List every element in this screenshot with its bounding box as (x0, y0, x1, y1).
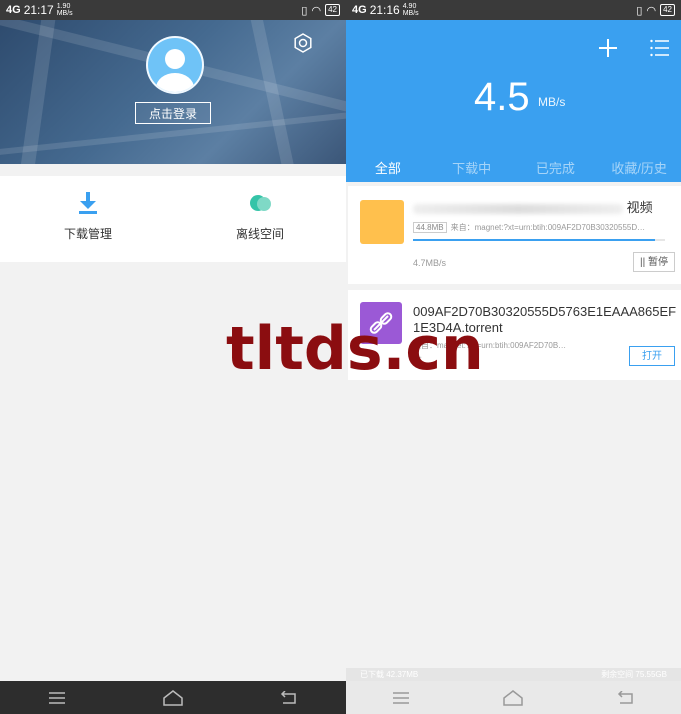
download-icon (79, 192, 97, 214)
system-nav-bar (0, 681, 346, 714)
system-nav-bar (346, 681, 681, 714)
cloud-icon (250, 195, 271, 211)
storage-bar: 已下载 42.37MB 剩余空间 75.55GB (346, 668, 681, 681)
tab-bar: 全部 下载中 已完成 收藏/历史 (346, 158, 681, 177)
battery-indicator: 42 (325, 4, 340, 16)
task-meta: 44.8MB 来自：magnet:?xt=urn:btih:009AF2D70B3… (413, 222, 673, 233)
status-time: 21:17 (23, 3, 54, 17)
login-button[interactable]: 点击登录 (135, 102, 211, 124)
wifi-icon: ◠ (311, 4, 322, 17)
tab-favorites-history[interactable]: 收藏/历史 (597, 158, 681, 177)
watermark: tltds.cn (226, 314, 484, 384)
battery-indicator: 42 (660, 4, 675, 16)
network-speed: 1.90 MB/s (56, 3, 73, 17)
avatar[interactable] (146, 36, 204, 94)
task-size: 44.8MB (413, 222, 447, 233)
free-space: 剩余空间 75.55GB (601, 670, 667, 679)
folder-icon (360, 200, 404, 244)
vibrate-icon: ▯ (636, 4, 643, 17)
list-icon[interactable] (650, 39, 670, 57)
menu-item-label: 下载管理 (63, 227, 112, 241)
open-button[interactable]: 打开 (629, 346, 675, 366)
status-bar: 4G 21:16 4.90 MB/s ▯ ◠ 42 (346, 0, 681, 20)
status-time: 21:16 (369, 3, 400, 17)
home-icon[interactable] (502, 689, 524, 706)
downloaded-size: 已下载 42.37MB (360, 670, 419, 679)
profile-header: 点击登录 (0, 20, 346, 164)
menu-icon[interactable] (392, 691, 410, 705)
total-speed-unit: MB/s (538, 95, 566, 109)
menu-item-download-manager[interactable]: 下载管理 (38, 190, 138, 242)
task-source: 来自：magnet:?xt=urn:btih:009AF2D70B3032055… (450, 223, 646, 232)
signal-indicator: 4G (352, 4, 367, 16)
task-rate: 4.7MB/s (413, 258, 447, 268)
pause-button[interactable]: || 暂停 (633, 252, 675, 272)
total-speed-value: 4.5 (474, 75, 530, 119)
tab-downloading[interactable]: 下载中 (430, 158, 514, 177)
home-icon[interactable] (162, 689, 184, 706)
network-speed: 4.90 MB/s (402, 3, 419, 17)
download-header: 4.5 MB/s 全部 下载中 已完成 收藏/历史 (346, 20, 681, 182)
menu-item-label: 离线空间 (235, 227, 284, 241)
menu-icon[interactable] (48, 691, 66, 705)
tab-completed[interactable]: 已完成 (514, 158, 598, 177)
feature-menu: 下载管理 离线空间 (0, 176, 346, 262)
task-progress-bar (413, 239, 665, 241)
tab-all[interactable]: 全部 (346, 158, 430, 177)
download-task[interactable]: 视频 44.8MB 来自：magnet:?xt=urn:btih:009AF2D7… (348, 186, 681, 284)
status-bar: 4G 21:17 1.90 MB/s ▯ ◠ 42 (0, 0, 346, 20)
back-icon[interactable] (617, 690, 635, 705)
menu-item-offline-space[interactable]: 离线空间 (210, 190, 310, 242)
signal-indicator: 4G (6, 4, 21, 16)
back-icon[interactable] (280, 690, 298, 705)
gear-icon[interactable] (292, 32, 314, 54)
add-icon[interactable] (598, 38, 618, 58)
wifi-icon: ◠ (646, 4, 657, 17)
task-title: 视频 (413, 200, 678, 216)
vibrate-icon: ▯ (301, 4, 308, 17)
